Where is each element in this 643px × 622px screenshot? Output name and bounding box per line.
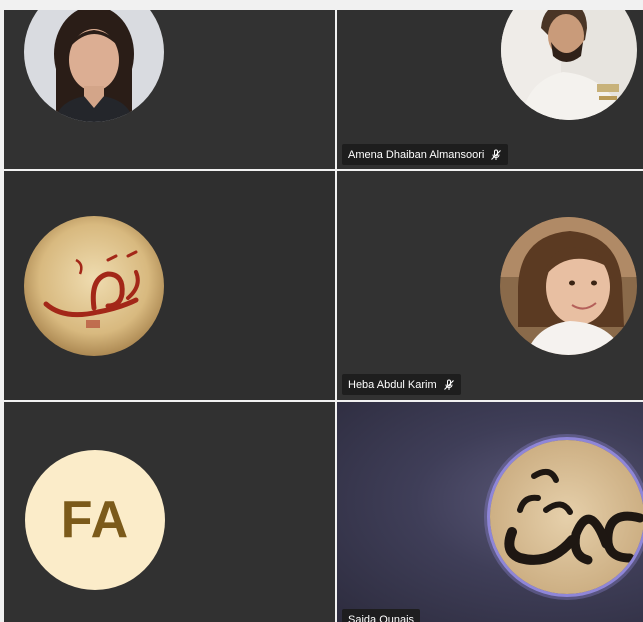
participant-name: Heba Abdul Karim	[348, 378, 437, 391]
participant-avatar-calligraphy	[24, 216, 164, 356]
participant-avatar-photo	[500, 217, 637, 355]
participant-tile-2[interactable]: Amena Dhaiban Almansoori	[337, 10, 643, 169]
participant-tile-4[interactable]: Heba Abdul Karim	[337, 171, 643, 400]
participant-nameplate: Heba Abdul Karim	[342, 374, 461, 395]
participant-nameplate: Saida Ounais	[342, 609, 421, 622]
participant-avatar-initials: FA	[25, 450, 165, 590]
participant-avatar-photo	[501, 10, 637, 120]
participant-tile-6[interactable]: Saida Ounais	[337, 402, 643, 622]
participant-initials: FA	[60, 491, 130, 549]
video-gallery: Amena Dhaiban Almansoori Heba Abdul Kari…	[0, 0, 643, 622]
mic-off-icon	[490, 149, 502, 161]
participant-tile-3[interactable]	[4, 171, 335, 400]
participant-name: Saida Ounais	[348, 613, 415, 622]
participant-tile-5[interactable]: FA	[4, 402, 335, 622]
participant-nameplate: Amena Dhaiban Almansoori	[342, 144, 509, 165]
participant-name: Amena Dhaiban Almansoori	[348, 148, 485, 161]
mic-off-icon	[443, 379, 455, 391]
participant-avatar-photo	[24, 10, 164, 122]
participant-tile-1[interactable]	[4, 10, 335, 169]
participant-avatar-calligraphy	[490, 440, 643, 594]
